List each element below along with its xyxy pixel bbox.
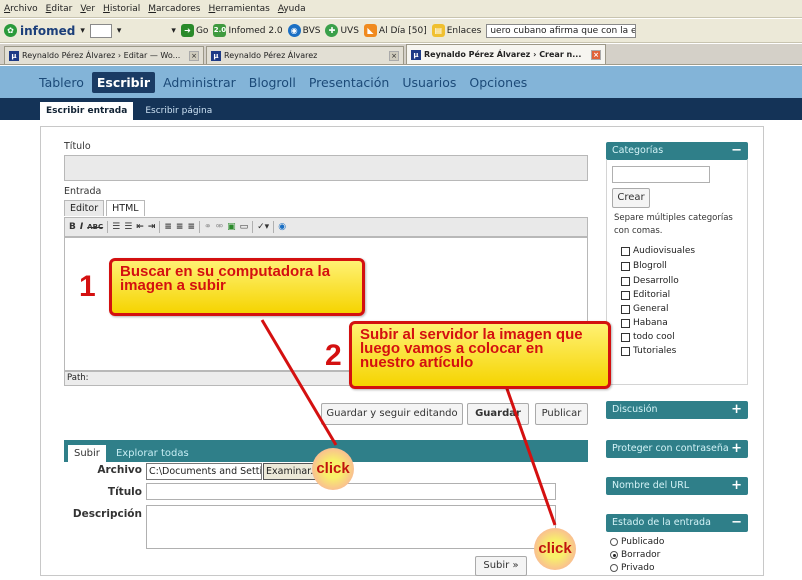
arrow-step2: [504, 385, 557, 526]
step2-callout: Subir al servidor la imagen que luego va…: [349, 321, 611, 389]
click-indicator-upload: click: [534, 528, 576, 570]
step2-number: 2: [325, 339, 342, 372]
step1-number: 1: [79, 270, 96, 303]
click-indicator-browse: click: [312, 448, 354, 490]
step1-callout: Buscar en su computadora la imagen a sub…: [109, 258, 365, 316]
